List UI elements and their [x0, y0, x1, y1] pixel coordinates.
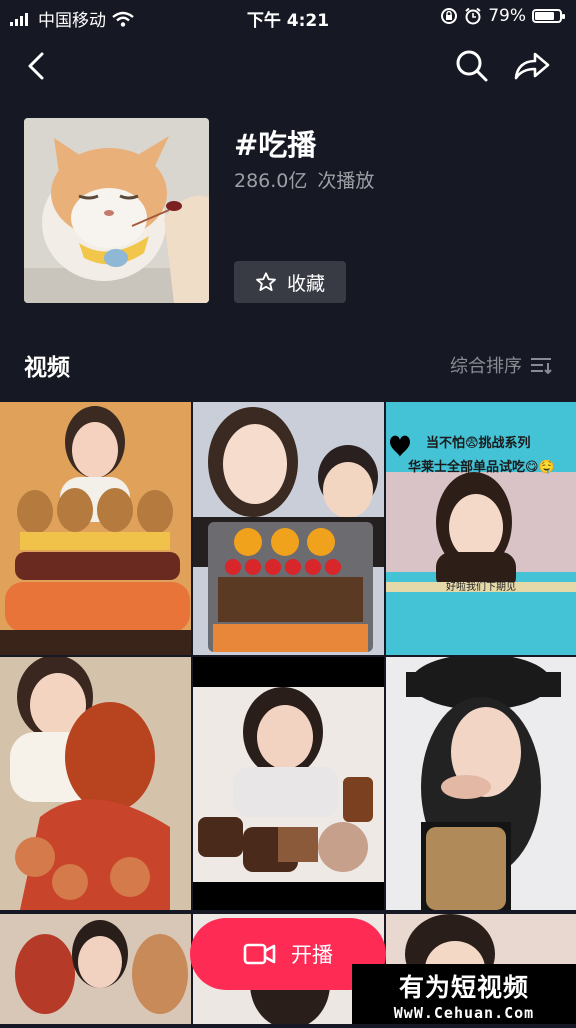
watermark-url: WwW.Cehuan.Com: [393, 1004, 535, 1022]
video-3-caption-2: 华莱士全部单品试吃😋🤤: [408, 460, 555, 475]
video-thumbnail[interactable]: [386, 657, 576, 910]
video-3-caption-1: 当不怕😨挑战系列: [426, 436, 531, 451]
nav-bar: [0, 40, 576, 90]
hashtag-header: #吃播 286.0亿 次播放 收藏: [24, 118, 554, 308]
sort-icon: [531, 358, 552, 374]
cat-illustration: [24, 118, 209, 303]
start-live-label: 开播: [291, 943, 333, 967]
search-icon: [456, 50, 488, 82]
watermark-title: 有为短视频: [398, 973, 529, 1002]
video-3-caption-3: 好啦我们下期见: [446, 582, 516, 593]
hashtag-title: #吃播: [234, 128, 317, 162]
play-count-value: 286.0亿: [234, 170, 308, 192]
rotation-lock-icon: [441, 8, 458, 24]
alarm-icon: [465, 7, 481, 25]
video-2-image: [193, 402, 384, 655]
back-button[interactable]: [16, 46, 56, 86]
video-thumbnail[interactable]: 当不怕😨挑战系列 华莱士全部单品试吃😋🤤 好啦我们下期见: [386, 402, 576, 655]
battery-percent: 79%: [488, 6, 526, 26]
share-button[interactable]: [512, 46, 552, 86]
video-grid: 当不怕😨挑战系列 华莱士全部单品试吃😋🤤 好啦我们下期见: [0, 402, 576, 910]
battery-level: [535, 12, 554, 20]
sort-label: 综合排序: [450, 356, 522, 377]
video-4-image: [0, 657, 191, 910]
watermark: 有为短视频 WwW.Cehuan.Com: [352, 964, 576, 1024]
video-camera-icon: [243, 943, 276, 965]
hashtag-cover-image[interactable]: [24, 118, 209, 303]
video-thumbnail[interactable]: [0, 402, 191, 655]
video-thumbnail[interactable]: [0, 657, 191, 910]
status-bar: 中国移动 下午 4:21 79%: [0, 0, 576, 34]
videos-title: 视频: [24, 355, 70, 381]
search-button[interactable]: [452, 46, 492, 86]
video-thumbnail[interactable]: [193, 657, 384, 910]
favorite-button[interactable]: 收藏: [234, 261, 346, 303]
video-5-image: [193, 657, 384, 910]
video-1-image: [0, 402, 191, 655]
play-count: 286.0亿 次播放: [234, 166, 374, 193]
play-count-suffix: 次播放: [317, 170, 375, 192]
back-arrow-icon: [28, 52, 44, 80]
video-6-image: [386, 657, 576, 910]
sort-button[interactable]: 综合排序: [450, 352, 552, 378]
battery-icon: [532, 9, 565, 23]
videos-section-header: 视频 综合排序: [24, 344, 552, 384]
star-icon: [256, 272, 276, 291]
video-thumbnail[interactable]: [193, 402, 384, 655]
share-icon: [514, 52, 550, 80]
status-right: 79%: [440, 6, 565, 26]
favorite-label: 收藏: [286, 272, 325, 295]
